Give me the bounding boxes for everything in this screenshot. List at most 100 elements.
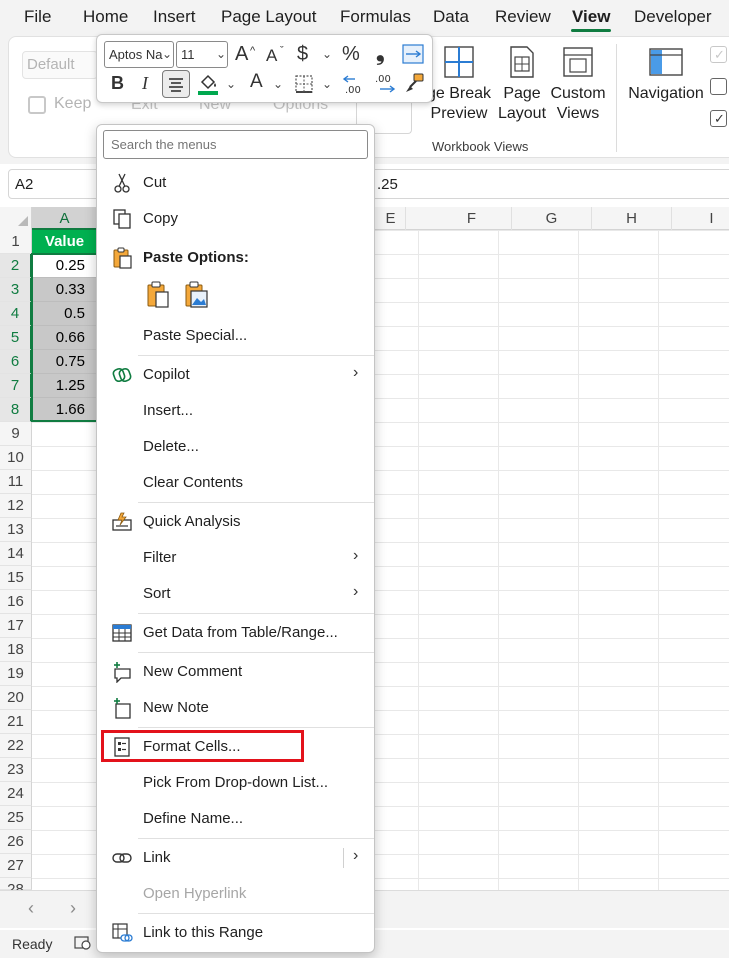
menu-item-copy[interactable]: Copy xyxy=(97,202,374,236)
formula-input[interactable]: .25 xyxy=(368,169,729,199)
custom-views-button[interactable]: Custom Views xyxy=(549,44,607,124)
tab-developer[interactable]: Developer xyxy=(634,7,712,27)
tab-insert[interactable]: Insert xyxy=(153,7,196,27)
chevron-down-icon[interactable]: ⌄ xyxy=(226,77,236,91)
row-header[interactable]: 14 xyxy=(0,542,32,566)
menu-search-input[interactable] xyxy=(103,130,368,159)
sheet-view-dropdown[interactable]: Default xyxy=(22,51,98,79)
row-header[interactable]: 16 xyxy=(0,590,32,614)
row-header[interactable]: 28 xyxy=(0,878,32,898)
sheet-prev-icon[interactable]: ‹ xyxy=(28,898,34,919)
fill-color-icon[interactable] xyxy=(198,72,220,92)
column-header-i[interactable]: I xyxy=(672,207,729,230)
menu-item-link-to-range[interactable]: Link to this Range xyxy=(97,916,374,950)
cell-a6[interactable]: 0.75 xyxy=(32,350,98,374)
column-header-e[interactable]: E xyxy=(376,207,406,230)
menu-item-new-comment[interactable]: New Comment xyxy=(97,655,374,689)
navigation-button[interactable]: Navigation xyxy=(625,44,707,104)
row-header[interactable]: 13 xyxy=(0,518,32,542)
row-header[interactable]: 23 xyxy=(0,758,32,782)
row-header[interactable]: 7 xyxy=(0,374,32,398)
center-align-button[interactable] xyxy=(162,70,190,98)
keep-button[interactable]: Keep xyxy=(54,95,91,113)
chevron-down-icon[interactable]: ⌄ xyxy=(216,47,226,61)
row-header[interactable]: 17 xyxy=(0,614,32,638)
menu-item-new-note[interactable]: New Note xyxy=(97,691,374,725)
italic-icon[interactable]: I xyxy=(142,72,148,94)
paste-picture-icon[interactable] xyxy=(183,280,209,310)
decrease-font-size-icon[interactable]: A xyxy=(266,45,277,67)
tab-file[interactable]: File xyxy=(24,7,51,27)
wrap-text-icon[interactable] xyxy=(402,44,424,64)
menu-item-delete[interactable]: Delete... xyxy=(97,430,374,464)
chevron-down-icon[interactable]: ⌄ xyxy=(322,47,332,61)
menu-item-clear-contents[interactable]: Clear Contents xyxy=(97,466,374,500)
name-box[interactable]: A2 xyxy=(8,169,100,199)
page-break-preview-button[interactable]: ge Break Preview xyxy=(423,44,495,124)
menu-item-pick-from-list[interactable]: Pick From Drop-down List... xyxy=(97,766,374,800)
paste-icon[interactable] xyxy=(145,280,171,310)
row-header[interactable]: 25 xyxy=(0,806,32,830)
row-header[interactable]: 27 xyxy=(0,854,32,878)
cell-a3[interactable]: 0.33 xyxy=(32,278,98,302)
row-header[interactable]: 18 xyxy=(0,638,32,662)
menu-item-format-cells[interactable]: Format Cells... xyxy=(97,730,374,764)
tab-review[interactable]: Review xyxy=(495,7,551,27)
borders-icon[interactable] xyxy=(294,74,314,94)
row-header[interactable]: 24 xyxy=(0,782,32,806)
row-header[interactable]: 20 xyxy=(0,686,32,710)
menu-item-define-name[interactable]: Define Name... xyxy=(97,802,374,836)
cell-a4[interactable]: 0.5 xyxy=(32,302,98,326)
cell-a8[interactable]: 1.66 xyxy=(32,398,98,422)
menu-item-filter[interactable]: Filter › xyxy=(97,541,374,575)
tab-view[interactable]: View xyxy=(572,7,610,27)
row-header[interactable]: 2 xyxy=(0,254,32,278)
row-header[interactable]: 21 xyxy=(0,710,32,734)
cell-a7[interactable]: 1.25 xyxy=(32,374,98,398)
sheet-next-icon[interactable]: › xyxy=(70,898,76,919)
tab-home[interactable]: Home xyxy=(83,7,128,27)
format-painter-icon[interactable] xyxy=(404,72,426,94)
menu-item-paste-special[interactable]: Paste Special... xyxy=(97,319,374,353)
tab-formulas[interactable]: Formulas xyxy=(340,7,411,27)
accessibility-icon[interactable] xyxy=(74,935,92,951)
row-header[interactable]: 11 xyxy=(0,470,32,494)
column-header-f[interactable]: F xyxy=(432,207,512,230)
row-header[interactable]: 15 xyxy=(0,566,32,590)
menu-item-sort[interactable]: Sort › xyxy=(97,577,374,611)
row-header[interactable]: 5 xyxy=(0,326,32,350)
font-color-icon[interactable]: A xyxy=(250,71,263,93)
row-header[interactable]: 8 xyxy=(0,398,32,422)
menu-item-insert[interactable]: Insert... xyxy=(97,394,374,428)
chevron-down-icon[interactable]: ⌄ xyxy=(322,77,332,91)
row-header[interactable]: 1 xyxy=(0,230,32,254)
percent-style-icon[interactable]: % xyxy=(342,43,360,65)
cell-a2[interactable]: 0.25 xyxy=(32,254,98,278)
column-header-h[interactable]: H xyxy=(592,207,672,230)
formula-bar-checkbox[interactable] xyxy=(710,78,727,95)
row-header[interactable]: 19 xyxy=(0,662,32,686)
menu-item-link[interactable]: Link › xyxy=(97,841,374,875)
menu-item-copilot[interactable]: Copilot › xyxy=(97,358,374,392)
chevron-down-icon[interactable]: ⌄ xyxy=(162,47,172,61)
comma-style-icon[interactable]: ❟ xyxy=(376,42,385,64)
increase-font-size-icon[interactable]: A xyxy=(235,43,248,65)
menu-item-quick-analysis[interactable]: Quick Analysis xyxy=(97,505,374,539)
row-header[interactable]: 4 xyxy=(0,302,32,326)
menu-item-cut[interactable]: Cut xyxy=(97,166,374,200)
increase-decimal-icon[interactable]: .00 xyxy=(342,72,368,96)
row-header[interactable]: 6 xyxy=(0,350,32,374)
row-header[interactable]: 10 xyxy=(0,446,32,470)
row-header[interactable]: 3 xyxy=(0,278,32,302)
cell-a5[interactable]: 0.66 xyxy=(32,326,98,350)
row-header[interactable]: 22 xyxy=(0,734,32,758)
page-layout-view-button[interactable]: Page Layout xyxy=(497,44,547,124)
column-header-a[interactable]: A xyxy=(32,207,98,230)
bold-icon[interactable]: B xyxy=(111,72,124,94)
menu-item-get-data[interactable]: Get Data from Table/Range... xyxy=(97,616,374,650)
row-header[interactable]: 12 xyxy=(0,494,32,518)
column-header-g[interactable]: G xyxy=(512,207,592,230)
headings-checkbox[interactable]: ✓ xyxy=(710,110,727,127)
currency-format-icon[interactable]: $ xyxy=(297,43,308,65)
chevron-down-icon[interactable]: ⌄ xyxy=(273,77,283,91)
